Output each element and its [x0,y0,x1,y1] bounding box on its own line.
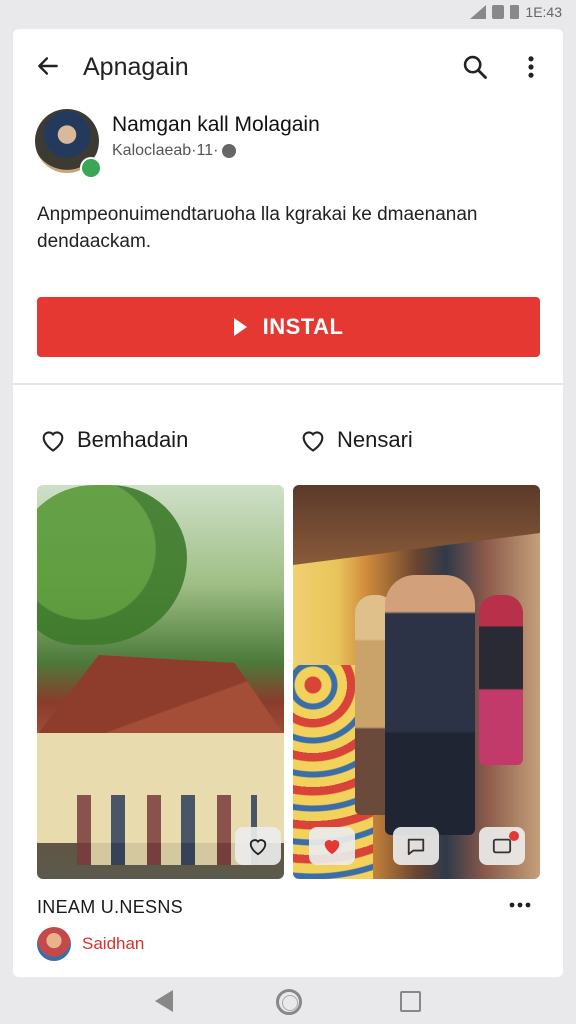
post-description: Anpmpeonuimendtaruoha lla kgrakai ke dma… [37,204,478,252]
comment-button[interactable] [393,827,439,865]
author-avatar[interactable] [37,927,71,961]
nav-back-icon[interactable] [155,990,173,1012]
more-horiz-icon[interactable] [507,895,533,915]
verified-badge-icon [80,157,102,179]
profile-name[interactable]: Namgan kall Molagain [112,113,320,137]
profile-meta-text: Kaloclaeab·11· [112,142,219,159]
comment-icon [407,838,425,856]
house-roof [37,655,284,735]
back-arrow-icon[interactable] [35,53,61,79]
person-right [479,595,523,765]
heart-outline-icon [302,431,324,452]
signal-icon [470,5,487,19]
heart-icon [249,839,267,856]
message-button[interactable] [479,827,525,865]
photo-family-portrait[interactable] [293,485,540,879]
tab-label: Nensari [337,427,413,452]
status-time: 1E:43 [525,4,562,20]
photo-village-house[interactable] [37,485,284,879]
profile-meta: Kaloclaeab·11· [112,142,237,160]
more-vert-icon[interactable] [517,53,545,81]
porch-roof [293,485,540,565]
system-nav-bar [0,982,576,1024]
status-bar: 1E:43 [0,0,576,26]
tab-label: Bemhadain [77,427,189,452]
nav-recents-icon[interactable] [400,991,421,1012]
install-label: INSTAL [262,314,344,339]
heart-outline-icon [42,431,64,452]
install-button[interactable]: INSTAL [37,297,540,357]
notification-dot [509,831,519,841]
divider [13,383,563,385]
globe-icon [222,144,237,158]
section-title: INEAM U.NESNS [37,897,183,917]
app-header: Apnagain [13,29,563,105]
like-button[interactable] [235,827,281,865]
search-icon[interactable] [461,53,489,81]
favorite-button[interactable] [309,827,355,865]
author-name-link[interactable]: Saidhan [82,934,144,954]
battery-icon [510,5,520,19]
status-icons: 1E:43 [470,4,562,20]
heart-filled-icon [324,840,340,855]
palm-leaves [37,485,187,645]
play-icon [233,318,247,336]
page-title: Apnagain [83,53,189,81]
post-card: Apnagain Namgan kall Molagain Kaloclaeab… [13,29,563,977]
people-group [77,795,257,865]
person-center [385,575,475,835]
lock-icon [492,5,505,19]
nav-home-icon[interactable] [276,989,302,1015]
tab-bemhadain[interactable]: Bemhadain [39,427,188,453]
tab-nensari[interactable]: Nensari [299,427,413,453]
